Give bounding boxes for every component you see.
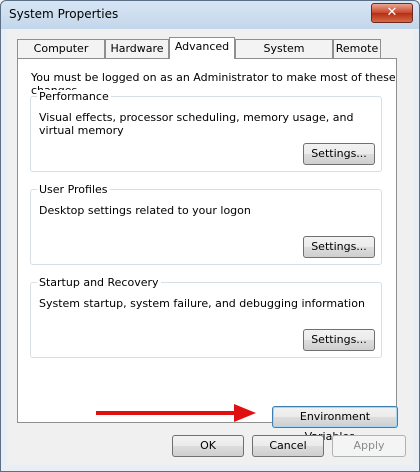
tab-system-protection[interactable]: System Protection [235, 39, 333, 73]
tab-remote[interactable]: Remote [333, 39, 381, 58]
environment-variables-button[interactable]: Environment Variables... [272, 406, 398, 443]
user-profiles-settings-button[interactable]: Settings... [303, 236, 375, 258]
startup-recovery-settings-button[interactable]: Settings... [303, 329, 375, 351]
user-profiles-description: Desktop settings related to your logon [39, 204, 251, 217]
arrow-head [234, 404, 256, 422]
window-title: System Properties [9, 7, 119, 21]
red-arrow-annotation [96, 404, 256, 422]
ok-button[interactable]: OK [172, 435, 244, 457]
apply-button[interactable]: Apply [332, 435, 406, 457]
performance-description: Visual effects, processor scheduling, me… [39, 111, 354, 137]
advanced-tab-panel: You must be logged on as an Administrato… [17, 58, 398, 443]
performance-settings-button[interactable]: Settings... [303, 143, 375, 165]
cancel-button[interactable]: Cancel [252, 435, 324, 457]
close-icon: ✕ [386, 5, 398, 20]
tab-computer-name[interactable]: Computer Name [17, 39, 105, 73]
startup-recovery-group: Startup and Recovery System startup, sys… [30, 276, 382, 358]
performance-title: Performance [37, 90, 111, 103]
tab-hardware[interactable]: Hardware [105, 39, 169, 58]
system-properties-window: System Properties ✕ Computer Name Hardwa… [0, 0, 420, 472]
startup-recovery-title: Startup and Recovery [37, 276, 161, 289]
performance-group: Performance Visual effects, processor sc… [30, 90, 382, 172]
user-profiles-title: User Profiles [37, 183, 110, 196]
startup-recovery-description: System startup, system failure, and debu… [39, 297, 365, 310]
arrow-shaft [96, 411, 236, 415]
tab-advanced[interactable]: Advanced [169, 37, 235, 59]
title-bar[interactable]: System Properties ✕ [1, 1, 419, 28]
close-button[interactable]: ✕ [371, 3, 413, 23]
dialog-client-area: Computer Name Hardware Advanced System P… [7, 29, 413, 465]
user-profiles-group: User Profiles Desktop settings related t… [30, 183, 382, 265]
